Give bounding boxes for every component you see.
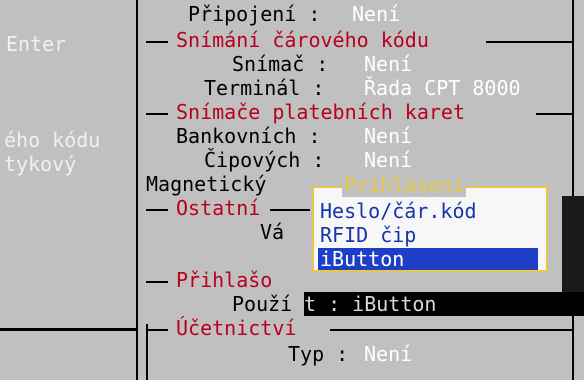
pripojeni-label: Připojení : (188, 2, 321, 26)
section-other-line-left (146, 209, 168, 211)
typ-value[interactable]: Není (364, 342, 412, 366)
section-accounting-title: Účetnictví (176, 316, 297, 340)
section-card-title: Snímače platebních karet (176, 100, 465, 124)
pripojeni-value[interactable]: Není (352, 2, 400, 26)
popup-option-rfid[interactable]: RFID čip (318, 224, 538, 246)
settings-frame-right (572, 0, 574, 380)
section-card-line-left (146, 113, 168, 115)
settings-frame-left (146, 324, 148, 380)
section-login-title: Přihlašo (176, 268, 273, 292)
terminal-label: Terminál : (204, 76, 325, 100)
left-pane-divider (136, 0, 138, 380)
section-accounting-line-left (146, 329, 168, 331)
login-popup-title: Prihlaseni (342, 173, 467, 197)
accounting-separator-left (0, 329, 136, 331)
section-login-line-left (146, 281, 168, 283)
section-barcode-line-left (146, 41, 168, 43)
snimac-value[interactable]: Není (364, 52, 412, 76)
left-pane-line-1: Enter (6, 32, 67, 56)
va-label: Vá (260, 220, 285, 244)
typ-label: Typ : (288, 342, 349, 366)
section-barcode-title: Snímání čárového kódu (176, 28, 429, 52)
bankovnich-value[interactable]: Není (364, 124, 412, 148)
cipovych-label: Čipových : (204, 148, 325, 172)
bankovnich-label: Bankovních : (176, 124, 321, 148)
left-pane-line-3: tykový (4, 152, 77, 176)
pouzit-value[interactable]: t : iButton (304, 292, 436, 316)
pouzit-label: Použí (232, 292, 293, 316)
section-card-line-right (536, 113, 574, 115)
section-accounting-line-right (330, 329, 574, 331)
popup-option-password-barcode[interactable]: Heslo/čár.kód (318, 200, 538, 222)
section-other-title: Ostatní (176, 196, 261, 220)
cipovych-value[interactable]: Není (364, 148, 412, 172)
magneticky-label: Magnetický (146, 172, 267, 196)
terminal-value[interactable]: Řada CPT 8000 (364, 76, 521, 100)
snimac-label: Snímač : (232, 52, 329, 76)
section-other-line-right (270, 209, 310, 211)
popup-shadow (562, 196, 584, 292)
left-pane-line-2: ého kódu (4, 128, 101, 152)
popup-option-ibutton[interactable]: iButton (318, 248, 538, 270)
section-barcode-line-right (486, 41, 574, 43)
